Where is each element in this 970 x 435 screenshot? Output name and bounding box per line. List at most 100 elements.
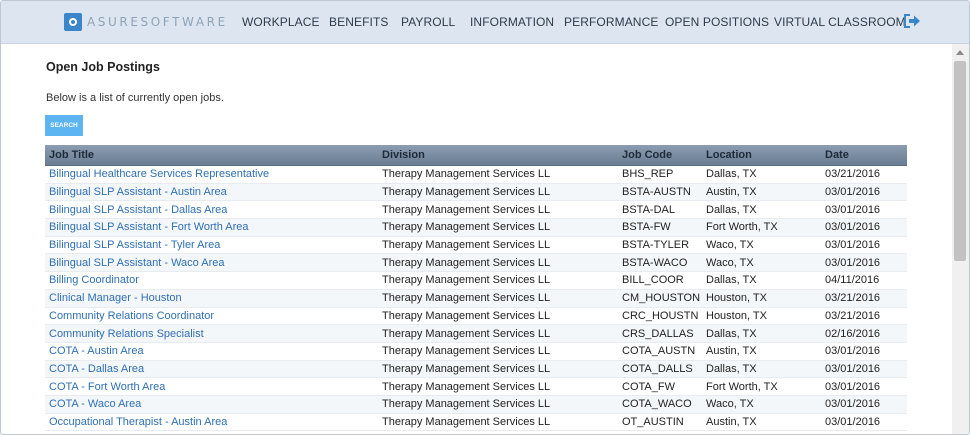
column-header-location[interactable]: Location (702, 145, 821, 166)
logout-icon[interactable] (902, 12, 922, 30)
cell-location: Waco, TX (702, 236, 821, 255)
cell-date: 03/01/2016 (821, 236, 907, 255)
column-header-date[interactable]: Date (821, 145, 907, 166)
asure-software-logo[interactable]: ASURESOFTWARE (64, 12, 228, 32)
cell-job-code: BHS_REP (618, 165, 702, 184)
search-button[interactable]: SEARCH (45, 115, 83, 136)
cell-date: 03/21/2016 (821, 289, 907, 308)
cell-division: Therapy Management Services LL (378, 200, 618, 220)
cell-job-title[interactable]: COTA - Austin Area (45, 342, 378, 361)
table-row[interactable]: Bilingual SLP Assistant - Tyler Area Ther… (45, 236, 907, 255)
cell-date: 03/01/2016 (821, 342, 907, 361)
table-row[interactable]: COTA - Austin Area Therapy Management Ser… (45, 342, 907, 361)
table-row[interactable]: Bilingual SLP Assistant - Waco Area Thera… (45, 253, 907, 273)
cell-division: Therapy Management Services LL (378, 360, 618, 379)
cell-location: Dallas, TX (702, 271, 821, 290)
cell-job-title[interactable]: COTA - Waco Area (45, 395, 378, 414)
table-row[interactable]: Billing Coordinator Therapy Management Se… (45, 271, 907, 290)
cell-job-title[interactable]: Community Relations Coordinator (45, 307, 378, 326)
cell-job-code: COTA_AUSTN (618, 342, 702, 361)
table-row[interactable]: COTA - Waco Area Therapy Management Servi… (45, 395, 907, 414)
cell-date: 03/01/2016 (821, 377, 907, 396)
cell-job-code: COTA_DALLS (618, 360, 702, 379)
cell-date: 03/01/2016 (821, 253, 907, 273)
cell-division: Therapy Management Services LL (378, 342, 618, 361)
cell-job-title[interactable]: COTA - Fort Worth Area (45, 377, 378, 396)
column-header-division[interactable]: Division (378, 145, 618, 166)
cell-location: Houston, TX (702, 307, 821, 326)
table-row[interactable]: Community Relations Coordinator Therapy M… (45, 307, 907, 326)
cell-location: Fort Worth, TX (702, 218, 821, 237)
cell-job-title[interactable]: Bilingual SLP Assistant - Tyler Area (45, 236, 378, 255)
cell-division: Therapy Management Services LL (378, 289, 618, 308)
table-row[interactable]: Bilingual SLP Assistant - Austin Area The… (45, 183, 907, 202)
page-title: Open Job Postings (46, 60, 160, 74)
cell-job-title[interactable]: Bilingual SLP Assistant - Waco Area (45, 253, 378, 273)
cell-date: 02/16/2016 (821, 324, 907, 343)
cell-job-title[interactable]: COTA - Dallas Area (45, 360, 378, 379)
cell-division: Therapy Management Services LL (378, 236, 618, 255)
app-window: ASURESOFTWARE WORKPLACE BENEFITS PAYROLL… (0, 0, 970, 435)
cell-date: 04/11/2016 (821, 271, 907, 290)
nav-benefits[interactable]: BENEFITS (329, 15, 388, 29)
cell-location: Houston, TX (702, 289, 821, 308)
cell-job-title[interactable]: Bilingual SLP Assistant - Dallas Area (45, 200, 378, 220)
cell-date: 03/01/2016 (821, 200, 907, 220)
cell-job-title[interactable]: Occupational Therapist - Austin Area (45, 413, 378, 432)
scrollbar-thumb[interactable] (954, 61, 966, 261)
cell-job-title[interactable]: Clinical Manager - Houston (45, 289, 378, 308)
cell-location: Fort Worth, TX (702, 377, 821, 396)
cell-job-title[interactable]: Billing Coordinator (45, 271, 378, 290)
cell-job-code: BSTA-DAL (618, 200, 702, 220)
cell-job-title[interactable]: Community Relations Specialist (45, 324, 378, 343)
table-row[interactable]: COTA - Dallas Area Therapy Management Ser… (45, 360, 907, 379)
cell-location: Austin, TX (702, 342, 821, 361)
cell-date: 03/21/2016 (821, 307, 907, 326)
cell-division: Therapy Management Services LL (378, 183, 618, 202)
nav-workplace[interactable]: WORKPLACE (242, 15, 320, 29)
cell-job-title[interactable]: Bilingual Healthcare Services Representa… (45, 165, 378, 184)
column-header-job-title[interactable]: Job Title (45, 145, 378, 166)
table-row[interactable]: Clinical Manager - Houston Therapy Manage… (45, 289, 907, 308)
cell-job-code: CRS_DALLAS (618, 324, 702, 343)
nav-virtual-classroom[interactable]: VIRTUAL CLASSROOM (774, 15, 906, 29)
cell-date: 03/01/2016 (821, 360, 907, 379)
cell-division: Therapy Management Services LL (378, 307, 618, 326)
cell-division: Therapy Management Services LL (378, 218, 618, 237)
cell-location: Waco, TX (702, 395, 821, 414)
cell-job-code: BSTA-WACO (618, 253, 702, 273)
table-row[interactable]: Bilingual SLP Assistant - Fort Worth Are… (45, 218, 907, 237)
column-header-job-code[interactable]: Job Code (618, 145, 702, 166)
cell-job-code: BSTA-FW (618, 218, 702, 237)
nav-performance[interactable]: PERFORMANCE (564, 15, 658, 29)
table-row[interactable]: Community Relations Specialist Therapy Ma… (45, 324, 907, 343)
cell-division: Therapy Management Services LL (378, 253, 618, 273)
cell-location: Austin, TX (702, 413, 821, 432)
cell-job-title[interactable]: Bilingual SLP Assistant - Fort Worth Are… (45, 218, 378, 237)
vertical-scrollbar[interactable] (952, 44, 969, 434)
cell-location: Dallas, TX (702, 360, 821, 379)
scroll-up-arrow-icon[interactable] (956, 50, 964, 55)
table-row[interactable]: Bilingual Healthcare Services Representa… (45, 165, 907, 184)
cell-division: Therapy Management Services LL (378, 165, 618, 184)
table-row[interactable]: COTA - Fort Worth Area Therapy Management… (45, 377, 907, 396)
table-row[interactable]: Bilingual SLP Assistant - Dallas Area The… (45, 200, 907, 220)
top-navigation-bar: ASURESOFTWARE WORKPLACE BENEFITS PAYROLL… (1, 1, 969, 44)
nav-open-positions[interactable]: OPEN POSITIONS (665, 15, 769, 29)
cell-job-title[interactable]: Bilingual SLP Assistant - Austin Area (45, 183, 378, 202)
nav-information[interactable]: INFORMATION (470, 15, 554, 29)
cell-location: Dallas, TX (702, 200, 821, 220)
cell-location: Waco, TX (702, 253, 821, 273)
cell-location: Austin, TX (702, 183, 821, 202)
nav-payroll[interactable]: PAYROLL (401, 15, 455, 29)
cell-job-code: COTA_WACO (618, 395, 702, 414)
asure-logo-icon (64, 13, 82, 31)
job-postings-table: Job Title Division Job Code Location Dat… (45, 145, 907, 432)
cell-division: Therapy Management Services LL (378, 413, 618, 432)
cell-division: Therapy Management Services LL (378, 395, 618, 414)
table-row[interactable]: Occupational Therapist - Austin Area Ther… (45, 413, 907, 432)
table-header-row: Job Title Division Job Code Location Dat… (45, 145, 907, 166)
cell-job-code: BILL_COOR (618, 271, 702, 290)
intro-text: Below is a list of currently open jobs. (46, 92, 224, 104)
table-body: Bilingual Healthcare Services Representa… (45, 165, 907, 432)
